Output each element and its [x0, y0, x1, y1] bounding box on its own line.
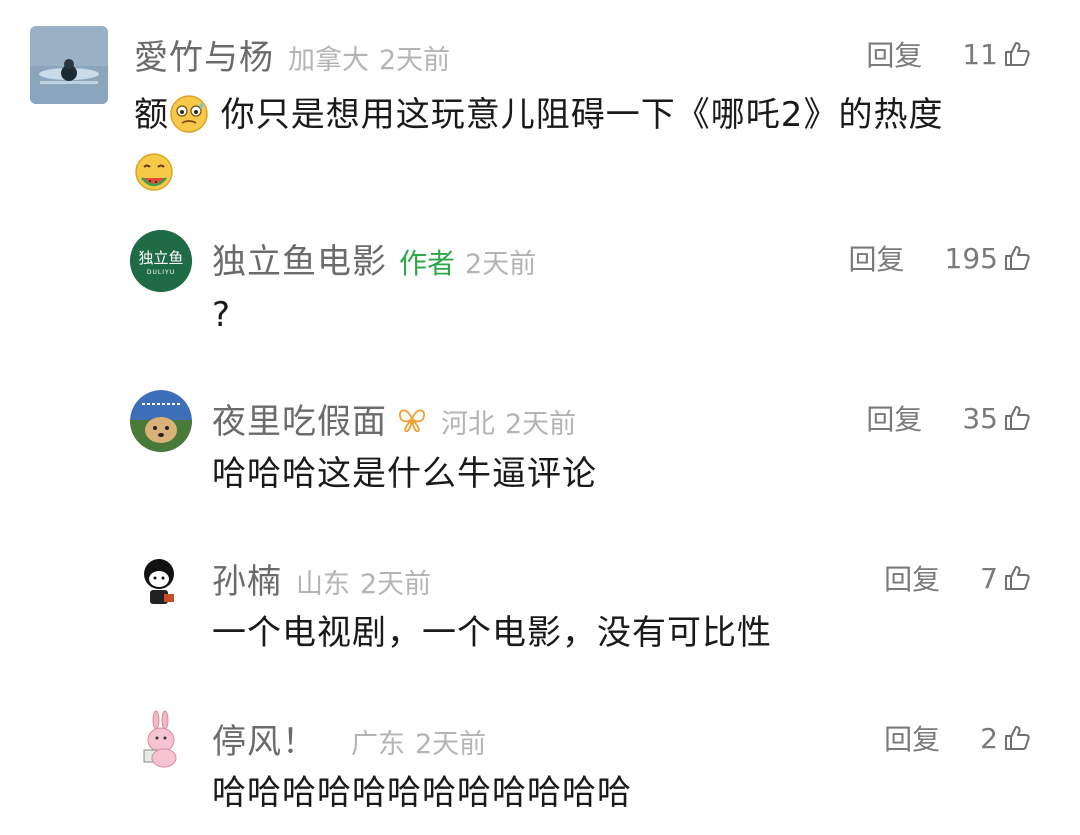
avatar-label: 独立鱼 [138, 249, 183, 267]
butterfly-icon [397, 404, 427, 434]
comment-actions: 回复 11 [866, 34, 1032, 74]
comment-text: 额 你只是想用这玩意儿阻碍一下《哪吒2》的热度 [134, 86, 1044, 202]
eating-watermelon-emoji [134, 152, 174, 192]
location: 山东 [296, 569, 350, 600]
comment-actions: 回复 35 [866, 398, 1032, 438]
thumbs-up-icon[interactable] [1002, 243, 1032, 273]
reply-button[interactable]: 回复 [884, 718, 940, 758]
avatar[interactable] [130, 710, 192, 772]
timestamp: 2天前 [465, 249, 537, 280]
avatar-image [130, 710, 192, 772]
comment-4: 孙楠 山东 2天前 回复 7 一个电视剧，一个电影，没有可比性 [0, 540, 1080, 670]
comment-meta: 夜里吃假面 河北 2天前 [212, 394, 576, 443]
comment-actions: 回复 7 [884, 558, 1032, 598]
avatar[interactable] [30, 26, 108, 104]
username[interactable]: 独立鱼电影 [212, 234, 387, 283]
comment-meta: 愛竹与杨 加拿大 2天前 [134, 30, 450, 79]
comment-text: 一个电视剧，一个电影，没有可比性 [212, 613, 772, 653]
username[interactable]: 愛竹与杨 [134, 30, 274, 79]
location: 广东 [351, 729, 405, 760]
thumbs-up-icon[interactable] [1002, 723, 1032, 753]
timestamp: 2天前 [415, 729, 487, 760]
comment-1: 愛竹与杨 加拿大 2天前 回复 11 额 你只是想用这玩意儿阻碍一下《哪吒2》的… [0, 0, 1080, 200]
reply-button[interactable]: 回复 [884, 558, 940, 598]
comment-actions: 回复 2 [884, 718, 1032, 758]
location: 加拿大 [288, 45, 369, 76]
comment-meta: 独立鱼电影 作者 2天前 [212, 234, 536, 283]
timestamp: 2天前 [379, 45, 451, 76]
avatar-sublabel: DULIYU [147, 269, 175, 276]
avatar-image: 独立鱼 DULIYU [130, 230, 192, 292]
username[interactable]: 停风！ [212, 714, 317, 763]
reply-button[interactable]: 回复 [866, 398, 922, 438]
like-count: 11 [962, 37, 998, 71]
thumbs-up-icon[interactable] [1002, 403, 1032, 433]
comment-text: 哈哈哈哈哈哈哈哈哈哈哈哈 [212, 773, 632, 813]
avatar-image [130, 390, 192, 452]
comment-text: ? [212, 295, 232, 335]
comment-actions: 回复 195 [849, 238, 1032, 278]
reply-button[interactable]: 回复 [849, 238, 905, 278]
thumbs-up-icon[interactable] [1002, 39, 1032, 69]
reply-button[interactable]: 回复 [866, 34, 922, 74]
comment-5: 停风！ 广东 2天前 回复 2 哈哈哈哈哈哈哈哈哈哈哈哈 [0, 700, 1080, 835]
avatar[interactable] [130, 550, 192, 612]
avatar-image [30, 26, 108, 104]
like-count: 2 [980, 721, 998, 755]
comment-text: 哈哈哈这是什么牛逼评论 [212, 454, 597, 494]
like-count: 7 [980, 561, 998, 595]
like-count: 35 [962, 401, 998, 435]
sweating-face-emoji [169, 94, 209, 134]
comment-text-part: 额 [134, 95, 169, 135]
comment-3: 夜里吃假面 河北 2天前 回复 35 哈哈哈这是什么牛逼评论 [0, 380, 1080, 510]
location: 河北 [441, 409, 495, 440]
comment-meta: 孙楠 山东 2天前 [212, 554, 431, 603]
timestamp: 2天前 [505, 409, 577, 440]
author-badge: 作者 [399, 247, 456, 280]
like-count: 195 [944, 241, 998, 275]
avatar[interactable] [130, 390, 192, 452]
avatar-image [130, 550, 192, 612]
timestamp: 2天前 [360, 569, 432, 600]
comment-text-part: 你只是想用这玩意儿阻碍一下《哪吒2》的热度 [209, 95, 944, 135]
comment-meta: 停风！ 广东 2天前 [212, 714, 486, 763]
thumbs-up-icon[interactable] [1002, 563, 1032, 593]
username[interactable]: 孙楠 [212, 554, 282, 603]
comment-2: 独立鱼 DULIYU 独立鱼电影 作者 2天前 回复 195 ? [0, 220, 1080, 350]
username[interactable]: 夜里吃假面 [212, 394, 387, 443]
avatar[interactable]: 独立鱼 DULIYU [130, 230, 192, 292]
